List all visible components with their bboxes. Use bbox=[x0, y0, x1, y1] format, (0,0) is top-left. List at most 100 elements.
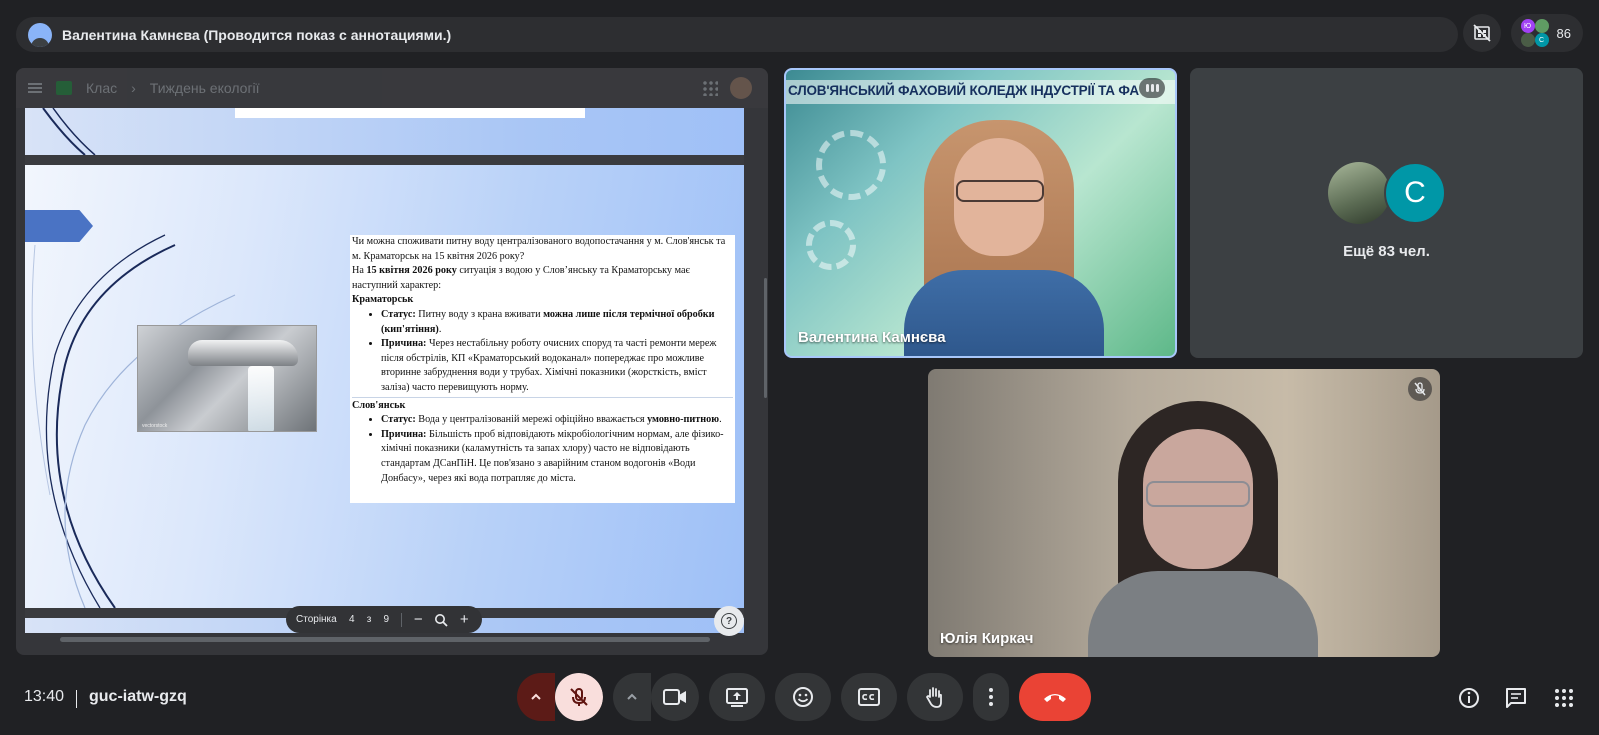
no-pin-icon bbox=[1472, 24, 1491, 42]
zoom-icon[interactable] bbox=[434, 613, 448, 627]
present-screen-button[interactable] bbox=[709, 673, 765, 721]
more-options-button[interactable] bbox=[973, 673, 1009, 721]
others-count-label: Ещё 83 чел. bbox=[1343, 243, 1430, 260]
slide-question: Чи можна споживати питну воду централізо… bbox=[352, 236, 726, 262]
city-heading-kramatorsk: Краматорськ bbox=[352, 294, 414, 306]
meeting-info-button[interactable] bbox=[1456, 685, 1482, 711]
horizontal-scrollbar[interactable] bbox=[60, 637, 710, 642]
participant-video bbox=[1088, 401, 1318, 657]
avatar-letter: С bbox=[1384, 162, 1446, 224]
mini-avatar-photo bbox=[1534, 19, 1549, 33]
divider bbox=[76, 690, 77, 708]
page-label: Сторінка bbox=[296, 614, 337, 625]
vertical-scrollbar[interactable] bbox=[764, 278, 767, 398]
mic-options-button[interactable] bbox=[517, 673, 555, 721]
participant-tile-yulia[interactable]: Юлія Киркач bbox=[928, 369, 1440, 657]
raise-hand-button[interactable] bbox=[907, 673, 963, 721]
mic-toggle-button[interactable] bbox=[555, 673, 603, 721]
previous-slide-fragment bbox=[25, 108, 744, 155]
help-icon: ? bbox=[721, 613, 737, 629]
zoom-out-button[interactable]: − bbox=[410, 611, 426, 628]
others-avatars: С bbox=[1328, 162, 1446, 224]
page-current[interactable]: 4 bbox=[345, 614, 359, 625]
hand-icon bbox=[925, 687, 942, 708]
presenter-title: Валентина Камнєва (Проводится показ с ан… bbox=[62, 26, 452, 43]
list-item: Причина: Більшість проб відповідають мік… bbox=[381, 428, 733, 486]
city-heading-sloviansk: Слов'янськ bbox=[352, 399, 406, 411]
camera-toggle-button[interactable] bbox=[651, 673, 699, 721]
call-controls bbox=[517, 673, 1091, 721]
participant-mini-avatars: Ю С bbox=[1520, 19, 1549, 47]
user-avatar bbox=[730, 77, 752, 99]
menu-icon bbox=[28, 83, 42, 93]
background-gear bbox=[816, 130, 886, 200]
apps-grid-icon bbox=[702, 80, 718, 96]
page-of: з bbox=[366, 614, 372, 625]
apps-grid-icon bbox=[1555, 689, 1573, 707]
image-caption: vectorstock bbox=[142, 423, 168, 429]
participants-button[interactable]: Ю С 86 bbox=[1510, 14, 1583, 52]
meeting-code[interactable]: guc-iatw-gzq bbox=[89, 688, 187, 706]
chat-icon bbox=[1506, 688, 1526, 708]
current-slide: vectorstock Чи можна споживати питну вод… bbox=[25, 165, 744, 608]
info-icon bbox=[1459, 688, 1479, 708]
captions-button[interactable] bbox=[841, 673, 897, 721]
top-right-controls: Ю С 86 bbox=[1462, 14, 1583, 52]
mini-avatar-1: Ю bbox=[1520, 19, 1535, 33]
screen-share-tile[interactable]: Клас › Тиждень екології vectorstock Чи м… bbox=[16, 68, 768, 655]
faucet-image: vectorstock bbox=[137, 325, 317, 432]
background-banner-text: СЛОВ'ЯНСЬКИЙ ФАХОВИЙ КОЛЕДЖ ІНДУСТРІЇ ТА… bbox=[788, 83, 1139, 98]
kramatorsk-list: Статус: Питну воду з крана вживати можна… bbox=[352, 308, 733, 396]
classroom-icon bbox=[56, 81, 72, 95]
presenter-banner[interactable]: Валентина Камнєва (Проводится показ с ан… bbox=[16, 17, 1458, 52]
others-tile[interactable]: С Ещё 83 чел. bbox=[1190, 68, 1583, 358]
page-controls: Сторінка 4 з 9 − + bbox=[286, 606, 483, 633]
presenter-avatar-icon bbox=[28, 22, 52, 47]
hangup-icon bbox=[1044, 694, 1066, 702]
chevron-up-icon bbox=[627, 693, 637, 700]
speaking-indicator-icon bbox=[1139, 78, 1165, 98]
background-gear bbox=[806, 220, 856, 270]
mic-control bbox=[517, 673, 603, 721]
chevron-up-icon bbox=[531, 693, 541, 700]
mic-off-icon bbox=[570, 688, 588, 706]
shared-doc-header: Клас › Тиждень екології bbox=[16, 68, 768, 108]
chat-button[interactable] bbox=[1503, 685, 1529, 711]
mini-avatar-photo-2 bbox=[1520, 33, 1535, 47]
more-vert-icon bbox=[989, 688, 993, 706]
captions-icon bbox=[858, 688, 880, 706]
participant-name: Валентина Камнєва bbox=[798, 329, 946, 346]
list-item: Причина: Через нестабільну роботу очисни… bbox=[381, 337, 733, 395]
mic-off-icon bbox=[1408, 377, 1432, 401]
participant-video bbox=[904, 110, 1104, 356]
camera-options-button[interactable] bbox=[613, 673, 651, 721]
reactions-button[interactable] bbox=[775, 673, 831, 721]
slide-divider bbox=[25, 155, 744, 165]
zoom-in-button[interactable]: + bbox=[456, 611, 472, 628]
leave-call-button[interactable] bbox=[1019, 673, 1091, 721]
breadcrumb-page: Тиждень екології bbox=[149, 80, 260, 96]
camera-icon bbox=[663, 689, 686, 705]
camera-control bbox=[613, 673, 699, 721]
present-icon bbox=[726, 688, 748, 707]
chevron-right-icon: › bbox=[131, 80, 136, 96]
participant-count: 86 bbox=[1556, 25, 1571, 41]
divider bbox=[352, 396, 733, 398]
help-button[interactable]: ? bbox=[714, 606, 744, 636]
list-item: Статус: Вода у централізованій мережі оф… bbox=[381, 413, 733, 428]
divider bbox=[401, 612, 403, 627]
slide-intro: На 15 квітня 2026 року ситуація з водою … bbox=[352, 265, 690, 291]
meet-window: Валентина Камнєва (Проводится показ с ан… bbox=[0, 0, 1599, 735]
slide-arrow-shape bbox=[25, 210, 93, 242]
sloviansk-list: Статус: Вода у централізованій мережі оф… bbox=[352, 413, 733, 486]
layout-toggle-button[interactable] bbox=[1462, 14, 1501, 52]
activities-button[interactable] bbox=[1551, 685, 1577, 711]
participant-name: Юлія Киркач bbox=[940, 630, 1034, 647]
clock: 13:40 bbox=[24, 688, 65, 705]
page-total: 9 bbox=[383, 614, 390, 625]
list-item: Статус: Питну воду з крана вживати можна… bbox=[381, 308, 733, 337]
emoji-icon bbox=[793, 687, 813, 707]
participant-tile-valentina[interactable]: СЛОВ'ЯНСЬКИЙ ФАХОВИЙ КОЛЕДЖ ІНДУСТРІЇ ТА… bbox=[784, 68, 1177, 358]
breadcrumb-root: Клас bbox=[86, 80, 118, 96]
mini-avatar-2: С bbox=[1534, 33, 1549, 47]
